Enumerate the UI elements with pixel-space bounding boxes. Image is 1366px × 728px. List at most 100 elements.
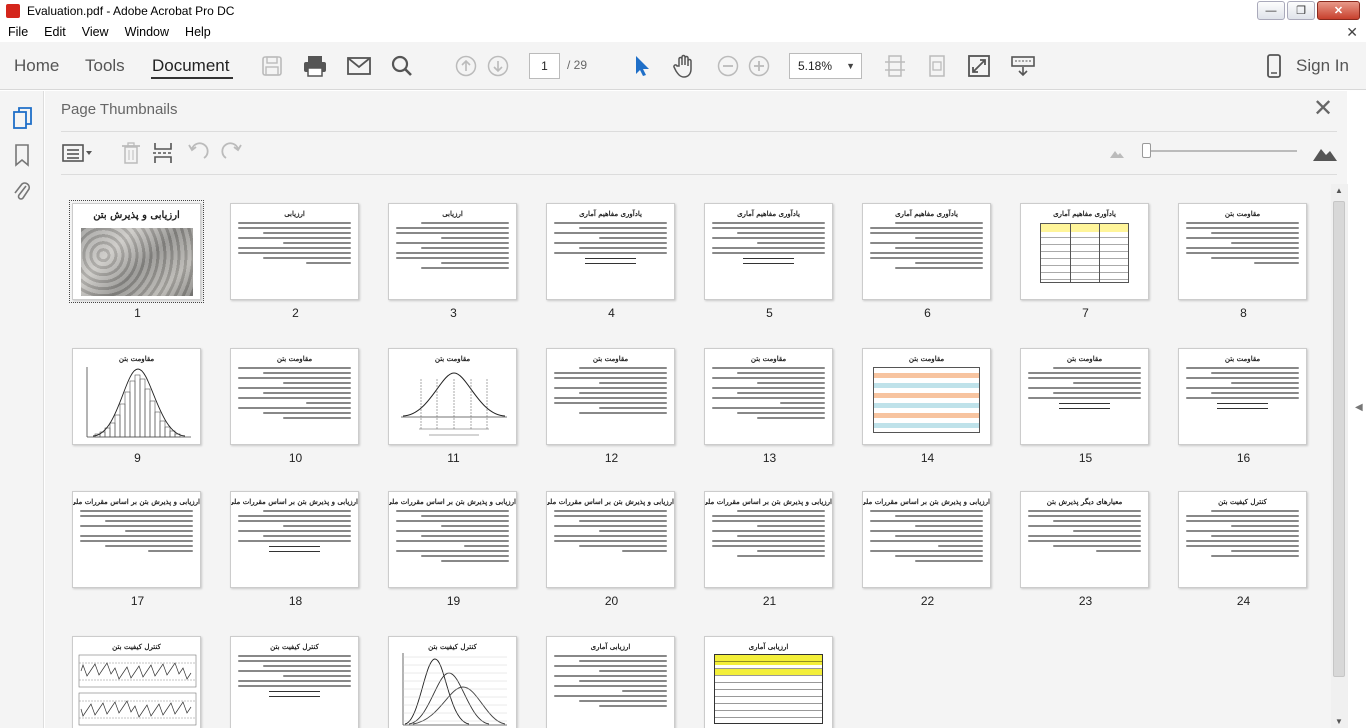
page-thumbnail[interactable]: مقاومت بتن 15 <box>1020 348 1151 465</box>
page-thumbnail[interactable]: یادآوری مفاهیم آماری 7 <box>1020 203 1151 320</box>
tab-home[interactable]: Home <box>14 56 59 76</box>
page-thumbnail-image[interactable]: ارزیابی آماری <box>704 636 833 728</box>
page-thumbnail[interactable]: مقاومت بتن 8 <box>1178 203 1309 320</box>
page-thumbnail[interactable]: ارزیابی و پذیرش بتن بر اساس مقررات ملی س… <box>704 491 835 608</box>
thumbnail-size-slider-handle[interactable] <box>1142 143 1151 158</box>
print-icon[interactable] <box>303 54 327 78</box>
page-thumbnail[interactable]: کنترل کیفیت بتن25 <box>72 636 203 728</box>
page-number-input[interactable]: 1 <box>529 53 560 79</box>
zoom-out-icon[interactable] <box>716 54 740 78</box>
thumbnail-scrollbar[interactable]: ▲ ▼ <box>1331 184 1348 728</box>
page-thumbnail[interactable]: ارزیابی آماری28 <box>546 636 677 728</box>
page-thumbnail[interactable]: ارزیابی و پذیرش بتن بر اساس مقررات ملی س… <box>72 491 203 608</box>
thumbnail-size-slider[interactable] <box>1147 150 1297 152</box>
minimize-button[interactable]: — <box>1257 1 1285 20</box>
page-thumbnail-image[interactable]: ارزیابی و پذیرش بتن بر اساس مقررات ملی س… <box>388 491 517 588</box>
page-thumbnail-image[interactable]: مقاومت بتن <box>1178 348 1307 445</box>
page-thumbnail[interactable]: کنترل کیفیت بتن26 <box>230 636 361 728</box>
page-thumbnail[interactable]: مقاومت بتن 10 <box>230 348 361 465</box>
page-thumbnail-image[interactable]: ارزیابی و پذیرش بتن بر اساس مقررات ملی س… <box>72 491 201 588</box>
page-thumbnail[interactable]: یادآوری مفاهیم آماری 5 <box>704 203 835 320</box>
page-thumbnail-image[interactable]: یادآوری مفاهیم آماری <box>862 203 991 300</box>
page-thumbnail-image[interactable]: مقاومت بتن <box>704 348 833 445</box>
options-menu-icon[interactable] <box>62 141 94 165</box>
more-tools-icon[interactable] <box>1011 54 1035 78</box>
menu-window[interactable]: Window <box>117 25 177 39</box>
page-thumbnail-image[interactable]: مقاومت بتن <box>388 348 517 445</box>
page-thumbnail-image[interactable]: مقاومت بتن <box>546 348 675 445</box>
page-thumbnails-icon[interactable] <box>12 107 34 129</box>
mobile-link-icon[interactable] <box>1262 54 1286 78</box>
close-window-button[interactable]: ✕ <box>1317 1 1360 20</box>
page-thumbnail-image[interactable]: کنترل کیفیت بتن <box>230 636 359 728</box>
page-thumbnail[interactable]: ارزیابی و پذیرش بتن بر اساس مقررات ملی س… <box>546 491 677 608</box>
page-thumbnail-image[interactable]: مقاومت بتن <box>72 348 201 445</box>
page-thumbnail[interactable]: کنترل کیفیت بتن27 <box>388 636 519 728</box>
page-thumbnail-image[interactable]: کنترل کیفیت بتن <box>1178 491 1307 588</box>
menu-file[interactable]: File <box>0 25 36 39</box>
page-thumbnail-image[interactable]: کنترل کیفیت بتن <box>72 636 201 728</box>
page-thumbnail-image[interactable]: یادآوری مفاهیم آماری <box>1020 203 1149 300</box>
page-thumbnail-image[interactable]: یادآوری مفاهیم آماری <box>704 203 833 300</box>
page-thumbnail[interactable]: مقاومت بتن 11 <box>388 348 519 465</box>
delete-pages-icon[interactable] <box>120 141 142 165</box>
page-display-icon[interactable] <box>883 54 907 78</box>
page-thumbnail-image[interactable]: مقاومت بتن <box>230 348 359 445</box>
page-thumbnail-image[interactable]: مقاومت بتن <box>1178 203 1307 300</box>
bookmarks-icon[interactable] <box>12 143 34 167</box>
page-thumbnail-image[interactable]: ارزیابی و پذیرش بتن بر اساس مقررات ملی س… <box>230 491 359 588</box>
page-thumbnail[interactable]: ارزیابی و پذیرش بتن 1 <box>69 200 204 320</box>
page-thumbnail[interactable]: ارزیابی و پذیرش بتن بر اساس مقررات ملی س… <box>230 491 361 608</box>
page-thumbnail-image[interactable]: مقاومت بتن <box>862 348 991 445</box>
close-panel-icon[interactable]: ✕ <box>1313 97 1333 121</box>
rotate-clockwise-icon[interactable] <box>221 141 243 165</box>
page-thumbnail[interactable]: مقاومت بتن 14 <box>862 348 993 465</box>
scroll-up-arrow-icon[interactable]: ▲ <box>1335 186 1343 195</box>
rotate-page-icon[interactable] <box>925 54 949 78</box>
zoom-level-select[interactable]: 5.18% ▼ <box>789 53 862 79</box>
attachments-icon[interactable] <box>12 179 34 201</box>
search-icon[interactable] <box>390 54 414 78</box>
rotate-counterclockwise-icon[interactable] <box>187 141 209 165</box>
page-thumbnail-image[interactable]: ارزیابی و پذیرش بتن بر اساس مقررات ملی س… <box>546 491 675 588</box>
insert-pages-icon[interactable] <box>152 141 174 165</box>
page-thumbnail[interactable]: کنترل کیفیت بتن 24 <box>1178 491 1309 608</box>
page-thumbnail[interactable]: یادآوری مفاهیم آماری 4 <box>546 203 677 320</box>
expand-right-pane-icon[interactable]: ◀ <box>1355 402 1363 413</box>
page-thumbnail[interactable]: مقاومت بتن 9 <box>72 348 203 465</box>
select-cursor-icon[interactable] <box>630 54 654 78</box>
sign-in-link[interactable]: Sign In <box>1296 56 1349 76</box>
menu-help[interactable]: Help <box>177 25 219 39</box>
tab-document[interactable]: Document <box>152 56 229 76</box>
page-thumbnail-image[interactable]: ارزیابی <box>388 203 517 300</box>
zoom-in-icon[interactable] <box>747 54 771 78</box>
page-thumbnail[interactable]: مقاومت بتن 13 <box>704 348 835 465</box>
page-thumbnail[interactable]: ارزیابی و پذیرش بتن بر اساس مقررات ملی س… <box>862 491 993 608</box>
save-icon[interactable] <box>260 54 284 78</box>
scrollbar-thumb[interactable] <box>1333 201 1345 677</box>
page-thumbnail[interactable]: مقاومت بتن 16 <box>1178 348 1309 465</box>
page-thumbnail-image[interactable]: ارزیابی و پذیرش بتن <box>69 200 204 303</box>
page-thumbnail-image[interactable]: ارزیابی آماری <box>546 636 675 728</box>
page-thumbnail[interactable]: ارزیابی 2 <box>230 203 361 320</box>
full-screen-icon[interactable] <box>967 54 991 78</box>
page-thumbnail-image[interactable]: ارزیابی <box>230 203 359 300</box>
page-thumbnail[interactable]: معیارهای دیگر پذیرش بتن 23 <box>1020 491 1151 608</box>
menu-view[interactable]: View <box>74 25 117 39</box>
scroll-down-arrow-icon[interactable]: ▼ <box>1335 717 1343 726</box>
page-thumbnail-image[interactable]: مقاومت بتن <box>1020 348 1149 445</box>
hand-tool-icon[interactable] <box>672 54 696 78</box>
tab-tools[interactable]: Tools <box>85 56 125 76</box>
email-icon[interactable] <box>347 54 371 78</box>
larger-thumbnails-icon[interactable] <box>1312 141 1338 165</box>
page-thumbnail-image[interactable]: معیارهای دیگر پذیرش بتن <box>1020 491 1149 588</box>
restore-button[interactable]: ❐ <box>1287 1 1315 20</box>
page-thumbnail[interactable]: ارزیابی 3 <box>388 203 519 320</box>
page-thumbnail[interactable]: یادآوری مفاهیم آماری 6 <box>862 203 993 320</box>
previous-page-icon[interactable] <box>454 54 478 78</box>
page-thumbnail-image[interactable]: ارزیابی و پذیرش بتن بر اساس مقررات ملی س… <box>704 491 833 588</box>
next-page-icon[interactable] <box>486 54 510 78</box>
page-thumbnail-image[interactable]: یادآوری مفاهیم آماری <box>546 203 675 300</box>
menu-edit[interactable]: Edit <box>36 25 74 39</box>
page-thumbnail[interactable]: مقاومت بتن 12 <box>546 348 677 465</box>
